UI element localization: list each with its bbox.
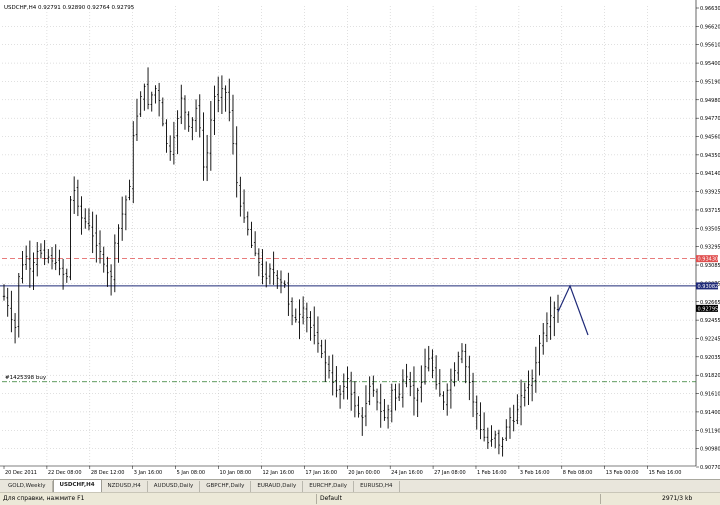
- y-tick-label: 0.93715: [700, 208, 720, 214]
- y-tick-label: 0.96620: [700, 24, 720, 30]
- x-tick-label: 22 Dec 08:00: [48, 470, 82, 476]
- y-tick-label: 0.94140: [700, 171, 720, 177]
- x-tick-label: 20 Dec 2011: [5, 470, 37, 476]
- chart-tab[interactable]: AUDUSD,Daily: [147, 481, 201, 492]
- chart-tab[interactable]: EURCHF,Daily: [303, 481, 355, 492]
- y-tick-label: 0.95400: [700, 61, 720, 67]
- chart-tabs: GOLD,Weekly USDCHF,H4 NZDUSD,H4 AUDUSD,Dail…: [0, 479, 720, 492]
- x-tick-label: 5 Jan 08:00: [177, 470, 205, 476]
- order-line-label: #1425398 buy: [5, 375, 47, 381]
- y-tick-label: 0.91190: [700, 428, 720, 434]
- y-tick-label: 0.92035: [700, 355, 720, 361]
- chart-background: [0, 0, 720, 478]
- status-profile[interactable]: Default: [320, 493, 342, 505]
- y-tick-label: 0.93505: [700, 226, 720, 232]
- price-label-ask: 0.93430: [698, 257, 719, 263]
- chart-tab[interactable]: GOLD,Weekly: [2, 481, 53, 492]
- y-tick-label: 0.95610: [700, 43, 720, 49]
- chart-tab[interactable]: NZDUSD,H4: [101, 481, 148, 492]
- x-tick-label: 17 Jan 16:00: [305, 470, 337, 476]
- chart-tab[interactable]: GBPCHF,Daily: [200, 481, 252, 492]
- x-tick-label: 12 Jan 16:00: [262, 470, 294, 476]
- x-tick-label: 3 Feb 16:00: [520, 470, 550, 476]
- status-help-text: Для справки, нажмите F1: [3, 495, 85, 502]
- x-tick-label: 15 Feb 16:00: [649, 470, 682, 476]
- price-label-bid: 0.93082: [698, 284, 719, 290]
- y-tick-label: 0.96630: [700, 6, 720, 12]
- x-tick-label: 3 Jan 16:00: [134, 470, 162, 476]
- chart-tab[interactable]: EURAUD,Daily: [251, 481, 304, 492]
- y-tick-label: 0.92665: [700, 300, 720, 306]
- price-label-current: 0.92795: [698, 306, 719, 312]
- status-separator: [600, 494, 601, 504]
- y-tick-label: 0.90980: [700, 447, 720, 453]
- x-tick-label: 10 Jan 08:00: [220, 470, 252, 476]
- y-tick-label: 0.92245: [700, 336, 720, 342]
- x-tick-label: 8 Feb 08:00: [563, 470, 593, 476]
- y-tick-label: 0.94560: [700, 135, 720, 141]
- y-tick-label: 0.91820: [700, 373, 720, 379]
- y-tick-label: 0.94350: [700, 153, 720, 159]
- y-tick-label: 0.95190: [700, 79, 720, 85]
- x-tick-label: 27 Jan 08:00: [434, 470, 466, 476]
- y-tick-label: 0.93295: [700, 245, 720, 251]
- y-tick-label: 0.90770: [700, 465, 720, 471]
- y-tick-label: 0.94770: [700, 116, 720, 122]
- chart-tab[interactable]: EURUSD,H4: [354, 481, 400, 492]
- chart-window[interactable]: 0.96630 0.96620 0.95610 0.95400 0.95190 0.949…: [0, 0, 720, 478]
- status-separator: [316, 494, 317, 504]
- x-tick-label: 20 Jan 00:00: [348, 470, 380, 476]
- status-bar: Для справки, нажмите F1 Default 2971/3 k…: [0, 492, 720, 505]
- y-tick-label: 0.93925: [700, 190, 720, 196]
- status-traffic: 2971/3 kb: [662, 495, 693, 502]
- x-tick-label: 13 Feb 00:00: [606, 470, 639, 476]
- y-tick-label: 0.94980: [700, 98, 720, 104]
- y-tick-label: 0.91400: [700, 410, 720, 416]
- y-tick-label: 0.93085: [700, 263, 720, 269]
- x-tick-label: 28 Dec 12:00: [91, 470, 125, 476]
- chart-header: USDCHF,H4 0.92791 0.92890 0.92764 0.9279…: [4, 5, 135, 11]
- y-tick-label: 0.91610: [700, 392, 720, 398]
- chart-tab[interactable]: USDCHF,H4: [52, 479, 102, 492]
- x-tick-label: 1 Feb 16:00: [477, 470, 507, 476]
- price-chart[interactable]: 0.96630 0.96620 0.95610 0.95400 0.95190 0.949…: [0, 0, 720, 478]
- x-tick-label: 24 Jan 16:00: [391, 470, 423, 476]
- y-tick-label: 0.92455: [700, 318, 720, 324]
